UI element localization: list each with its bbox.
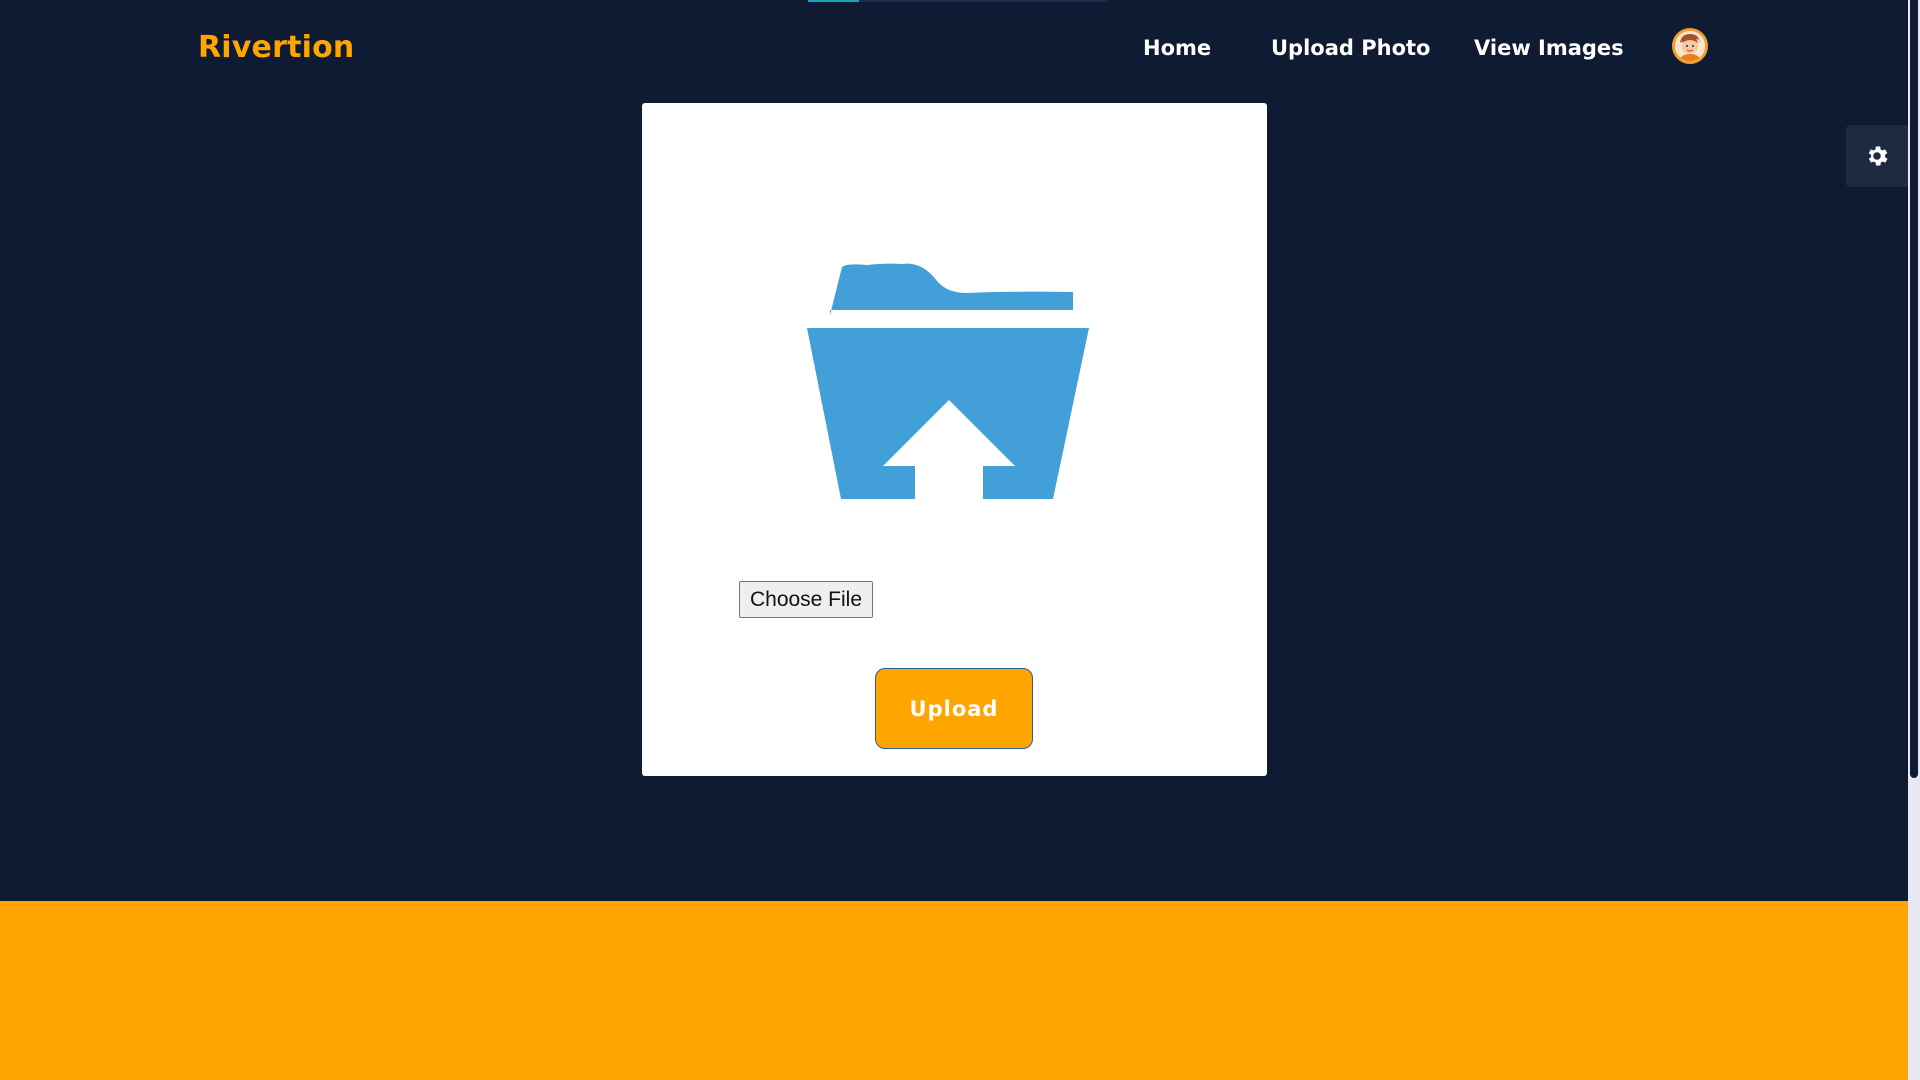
- scrollbar-thumb[interactable]: [1910, 0, 1918, 778]
- settings-toggle-button[interactable]: [1846, 125, 1908, 187]
- upload-card: Choose File Upload: [642, 103, 1267, 776]
- nav-link-view-images[interactable]: View Images: [1474, 36, 1624, 60]
- page-viewport: Rivertion Home Upload Photo View Images: [0, 0, 1908, 1080]
- folder-upload-icon: [807, 253, 1097, 499]
- footer-band: [0, 901, 1908, 1080]
- page-scrollbar[interactable]: [1908, 0, 1920, 1080]
- avatar-face-graphic: [1675, 31, 1705, 61]
- upload-button[interactable]: Upload: [875, 668, 1033, 749]
- nav-link-upload-photo[interactable]: Upload Photo: [1271, 36, 1430, 60]
- gear-icon: [1868, 146, 1888, 166]
- nav-link-home[interactable]: Home: [1143, 36, 1211, 60]
- user-avatar-icon[interactable]: [1672, 28, 1708, 64]
- brand-logo[interactable]: Rivertion: [198, 30, 354, 65]
- choose-file-button[interactable]: Choose File: [739, 581, 873, 618]
- site-header: Rivertion Home Upload Photo View Images: [0, 0, 1908, 100]
